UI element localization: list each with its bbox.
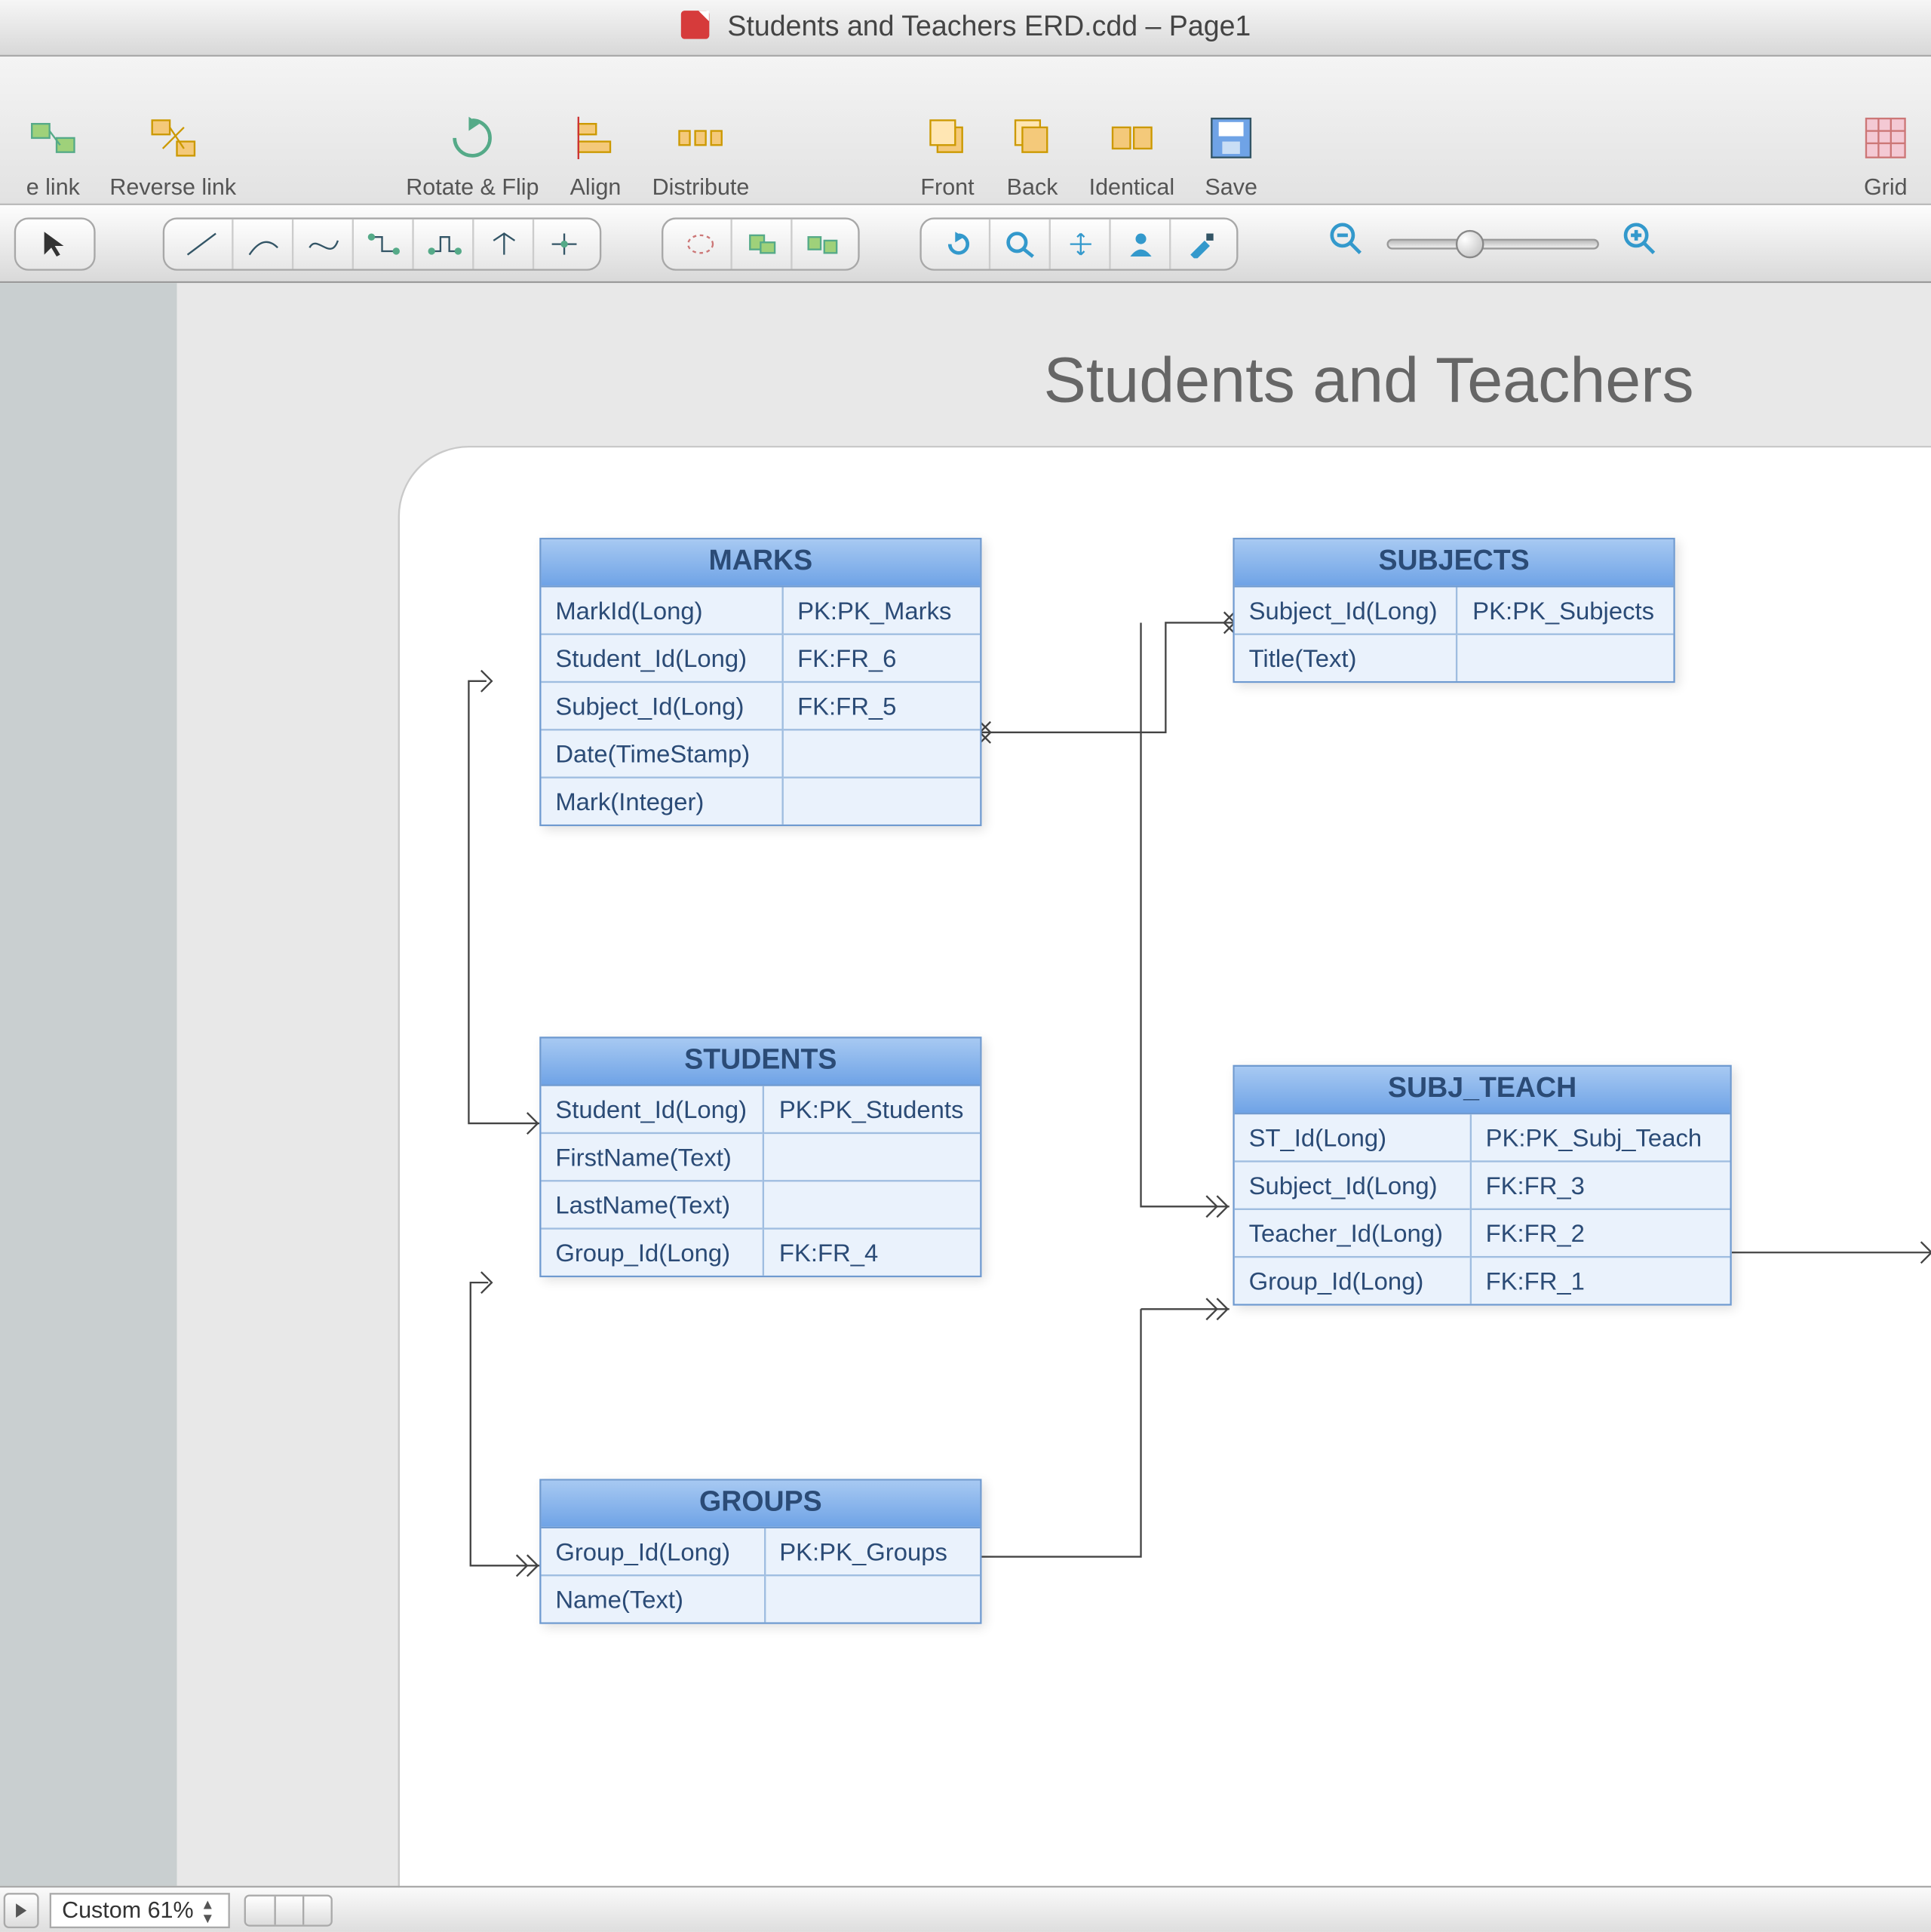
spline-tool[interactable]: [292, 219, 352, 269]
entity-subjteach-header: SUBJ_TEACH: [1235, 1067, 1730, 1114]
rotateflip-button[interactable]: Rotate & Flip: [391, 109, 553, 200]
distribute-label: Distribute: [652, 174, 750, 200]
front-label: Front: [920, 174, 974, 200]
view-mode-3[interactable]: [303, 1896, 332, 1924]
reverselink-button[interactable]: Reverse link: [96, 109, 250, 200]
entity-subjects-rows: Subject_Id(Long)PK:PK_Subjects Title(Tex…: [1235, 588, 1674, 681]
page-next-button[interactable]: [4, 1892, 39, 1927]
front-button[interactable]: Front: [905, 109, 990, 200]
back-label: Back: [1007, 174, 1058, 200]
ungroup-tool[interactable]: [791, 219, 851, 269]
eyedropper-tool[interactable]: [1169, 219, 1230, 269]
file-icon: [680, 11, 709, 39]
view-mode-buttons[interactable]: [245, 1894, 333, 1925]
grid-icon: [1857, 109, 1914, 166]
identical-icon: [1104, 109, 1160, 166]
line-tool[interactable]: [171, 219, 232, 269]
zoom-field[interactable]: Custom 61% ▲ ▼: [50, 1892, 231, 1927]
ortho-tool[interactable]: [352, 219, 413, 269]
entity-subjteach[interactable]: SUBJ_TEACH ST_Id(Long)PK:PK_Subj_Teach S…: [1233, 1065, 1731, 1306]
zoom-tool[interactable]: [989, 219, 1049, 269]
zoom-slider-knob[interactable]: [1456, 229, 1484, 258]
save-button[interactable]: Save: [1189, 109, 1274, 200]
elink-button[interactable]: e link: [11, 109, 96, 200]
zoom-slider[interactable]: [1386, 238, 1598, 248]
split-tool[interactable]: [472, 219, 533, 269]
shape-tools[interactable]: [662, 217, 860, 269]
reverselink-icon: [145, 109, 201, 166]
identical-label: Identical: [1089, 174, 1175, 200]
back-button[interactable]: Back: [990, 109, 1075, 200]
pointer-icon: [23, 219, 86, 269]
zoom-in-button[interactable]: [1620, 220, 1659, 267]
back-icon: [1004, 109, 1061, 166]
route-tool[interactable]: [412, 219, 472, 269]
elink-label: e link: [26, 174, 80, 200]
zoom-controls: [1327, 220, 1659, 267]
entity-groups-header: GROUPS: [542, 1481, 981, 1528]
connector-tools[interactable]: [163, 217, 602, 269]
rotateflip-label: Rotate & Flip: [406, 174, 539, 200]
person-tool[interactable]: [1109, 219, 1169, 269]
front-icon: [919, 109, 975, 166]
canvas-workspace[interactable]: Students and Teachers MARKS: [0, 283, 1931, 1886]
entity-subjects[interactable]: SUBJECTS Subject_Id(Long)PK:PK_Subjects …: [1233, 538, 1675, 683]
entity-students-header: STUDENTS: [542, 1039, 981, 1086]
entity-marks-rows: MarkId(Long)PK:PK_Marks Student_Id(Long)…: [542, 588, 981, 825]
entity-subjects-header: SUBJECTS: [1235, 539, 1674, 587]
entity-subjteach-rows: ST_Id(Long)PK:PK_Subj_Teach Subject_Id(L…: [1235, 1114, 1730, 1304]
zoom-value: Custom 61%: [62, 1897, 194, 1923]
diagram-title: Students and Teachers: [1044, 343, 1694, 417]
junction-tool[interactable]: [533, 219, 593, 269]
entity-students[interactable]: STUDENTS Student_Id(Long)PK:PK_Students …: [539, 1037, 981, 1277]
grid-label: Grid: [1864, 174, 1908, 200]
statusbar: Custom 61% ▲ ▼: [0, 1886, 1931, 1932]
rotate-icon: [444, 109, 501, 166]
tool-toolbar: [0, 205, 1931, 283]
distribute-icon: [672, 109, 729, 166]
ribbon-toolbar: e link Reverse link Rotate & Flip Align …: [0, 57, 1931, 205]
pointer-tool[interactable]: [14, 217, 96, 269]
view-mode-1[interactable]: [247, 1896, 275, 1924]
lasso-tool[interactable]: [671, 219, 731, 269]
identical-button[interactable]: Identical: [1075, 109, 1189, 200]
diagram-paper: Students and Teachers MARKS: [177, 301, 1931, 1894]
arc-tool[interactable]: [232, 219, 292, 269]
save-label: Save: [1205, 174, 1257, 200]
entity-groups[interactable]: GROUPS Group_Id(Long)PK:PK_Groups Name(T…: [539, 1479, 981, 1623]
grid-button[interactable]: Grid: [1843, 109, 1928, 200]
entity-groups-rows: Group_Id(Long)PK:PK_Groups Name(Text): [542, 1528, 981, 1622]
save-icon: [1203, 109, 1260, 166]
zoom-step-down[interactable]: ▼: [201, 1909, 226, 1924]
view-mode-2[interactable]: [275, 1896, 303, 1924]
window-title: Students and Teachers ERD.cdd – Page1: [727, 12, 1251, 42]
view-tools[interactable]: [919, 217, 1238, 269]
align-label: Align: [570, 174, 622, 200]
zoom-out-button[interactable]: [1327, 220, 1366, 267]
elink-icon: [25, 109, 81, 166]
canvas-margin: [0, 283, 177, 1886]
align-icon: [567, 109, 624, 166]
entity-marks-header: MARKS: [542, 539, 981, 587]
group-tool[interactable]: [730, 219, 791, 269]
pan-tool[interactable]: [1049, 219, 1110, 269]
distribute-button[interactable]: Distribute: [638, 109, 763, 200]
window-titlebar: Students and Teachers ERD.cdd – Page1: [0, 0, 1931, 57]
refresh-tool[interactable]: [929, 219, 989, 269]
zoom-step-up[interactable]: ▲: [201, 1896, 226, 1910]
entity-marks[interactable]: MARKS MarkId(Long)PK:PK_Marks Student_Id…: [539, 538, 981, 826]
entity-students-rows: Student_Id(Long)PK:PK_Students FirstName…: [542, 1086, 981, 1276]
align-button[interactable]: Align: [553, 109, 638, 200]
reverselink-label: Reverse link: [109, 174, 236, 200]
